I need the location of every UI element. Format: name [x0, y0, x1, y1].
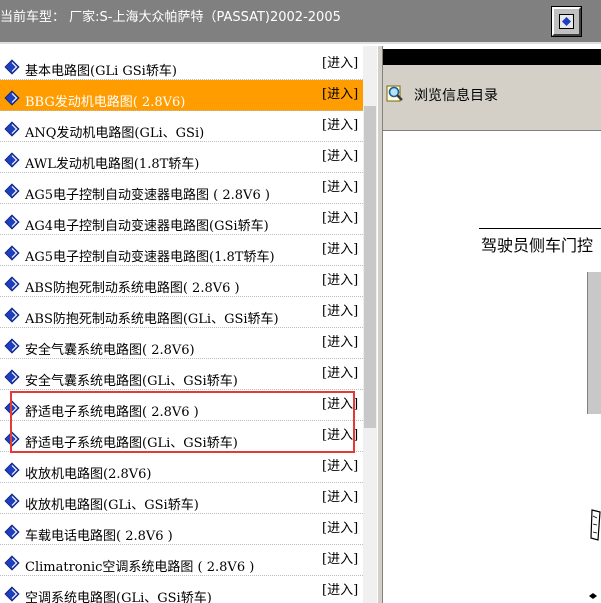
diagram-book-icon — [4, 369, 20, 385]
diagram-book-icon — [4, 431, 20, 447]
list-item-label: Climatronic空调系统电路图 ( 2.8V6 ) — [25, 560, 255, 575]
viewer-toolbar: 浏览信息目录 — [383, 65, 601, 131]
enter-link[interactable]: [进入] — [322, 548, 358, 567]
enter-link[interactable]: [进入] — [322, 455, 358, 474]
diagram-book-icon — [4, 59, 20, 75]
list-item[interactable]: 安全气囊系统电路图( 2.8V6) [进入] — [0, 328, 363, 359]
arrow-icon — [559, 14, 574, 29]
enter-link[interactable]: [进入] — [322, 145, 358, 164]
vehicle-title: 当前车型： 厂家:S-上海大众帕萨特（PASSAT)2002-2005 — [0, 10, 341, 25]
list-item[interactable]: AG5电子控制自动变速器电路图 ( 2.8V6 ) [进入] — [0, 173, 363, 204]
list-item[interactable]: 基本电路图(GLi GSi轿车) [进入] — [0, 49, 363, 80]
list-item-label: AG5电子控制自动变速器电路图 ( 2.8V6 ) — [25, 188, 270, 203]
list-item[interactable]: AWL发动机电路图(1.8T轿车) [进入] — [0, 142, 363, 173]
viewer-header-bar — [383, 49, 601, 65]
document-heading: 驾驶员侧车门控 — [481, 236, 594, 255]
enter-link[interactable]: [进入] — [322, 517, 358, 536]
enter-link[interactable]: [进入] — [322, 424, 358, 443]
list-item-label: 安全气囊系统电路图( 2.8V6) — [25, 343, 195, 358]
diagram-list: 基本电路图(GLi GSi轿车) [进入] BBG发动机电路图( 2.8V6) [进入… — [0, 46, 363, 603]
diagram-book-icon — [4, 586, 20, 602]
list-item-label: 基本电路图(GLi GSi轿车) — [25, 64, 177, 79]
diagram-book-icon — [4, 307, 20, 323]
enter-link[interactable]: [进入] — [322, 52, 358, 71]
list-item-label: 车载电话电路图( 2.8V6 ) — [25, 529, 173, 544]
list-item[interactable]: BBG发动机电路图( 2.8V6) [进入] — [0, 80, 363, 111]
diagram-book-icon — [4, 152, 20, 168]
list-item[interactable]: 收放机电路图(GLi、GSi轿车) [进入] — [0, 483, 363, 514]
list-item[interactable]: 舒适电子系统电路图( 2.8V6 ) [进入] — [0, 390, 363, 421]
list-item-label: 舒适电子系统电路图(GLi、GSi轿车) — [25, 436, 238, 451]
list-item[interactable]: 安全气囊系统电路图(GLi、GSi轿车) [进入] — [0, 359, 363, 390]
diagram-book-icon — [4, 555, 20, 571]
list-item[interactable]: AG4电子控制自动变速器电路图(GSi轿车) [进入] — [0, 204, 363, 235]
list-scrollbar[interactable] — [363, 46, 377, 603]
list-item-label: 空调系统电路图(GLi、GSi轿车) — [25, 591, 212, 603]
diagram-book-icon — [4, 493, 20, 509]
enter-link[interactable]: [进入] — [322, 579, 358, 598]
enter-link[interactable]: [进入] — [322, 83, 358, 102]
enter-link[interactable]: [进入] — [322, 300, 358, 319]
list-item[interactable]: ABS防抱死制动系统电路图( 2.8V6 ) [进入] — [0, 266, 363, 297]
title-bar: 当前车型： 厂家:S-上海大众帕萨特（PASSAT)2002-2005 — [0, 0, 601, 44]
enter-link[interactable]: [进入] — [322, 238, 358, 257]
list-item[interactable]: ABS防抱死制动系统电路图(GLi、GSi轿车) [进入] — [0, 297, 363, 328]
list-item-label: 收放机电路图(2.8V6) — [25, 467, 152, 482]
list-item-label: BBG发动机电路图( 2.8V6) — [25, 95, 186, 110]
diagram-fragment — [587, 272, 601, 414]
diagram-book-icon — [4, 400, 20, 416]
diagram-book-icon — [4, 524, 20, 540]
list-item[interactable]: Climatronic空调系统电路图 ( 2.8V6 ) [进入] — [0, 545, 363, 576]
scrollbar-thumb[interactable] — [364, 106, 376, 428]
panel-toggle-button[interactable] — [552, 7, 581, 36]
list-item-label: AG4电子控制自动变速器电路图(GSi轿车) — [25, 219, 269, 234]
document-viewer: 浏览信息目录 驾驶员侧车门控 — [383, 46, 601, 603]
enter-link[interactable]: [进入] — [322, 486, 358, 505]
list-item[interactable]: AG5电子控制自动变速器电路图(1.8T轿车) [进入] — [0, 235, 363, 266]
enter-link[interactable]: [进入] — [322, 176, 358, 195]
enter-link[interactable]: [进入] — [322, 331, 358, 350]
diagram-book-icon — [4, 276, 20, 292]
enter-link[interactable]: [进入] — [322, 207, 358, 226]
document-divider — [479, 228, 601, 229]
list-item[interactable]: 空调系统电路图(GLi、GSi轿车) [进入] — [0, 576, 363, 603]
list-item-label: AG5电子控制自动变速器电路图(1.8T轿车) — [25, 250, 275, 265]
diagram-book-icon — [4, 214, 20, 230]
list-item[interactable]: 舒适电子系统电路图(GLi、GSi轿车) [进入] — [0, 421, 363, 452]
enter-link[interactable]: [进入] — [322, 393, 358, 412]
diagram-book-icon — [4, 462, 20, 478]
diagram-book-icon — [4, 90, 20, 106]
enter-link[interactable]: [进入] — [322, 114, 358, 133]
magnifier-icon — [385, 83, 405, 107]
list-item-label: ANQ发动机电路图(GLi、GSi) — [25, 126, 205, 141]
diagram-book-icon — [4, 121, 20, 137]
list-item-label: 安全气囊系统电路图(GLi、GSi轿车) — [25, 374, 238, 389]
diagram-symbol — [589, 584, 597, 599]
list-item-label: 舒适电子系统电路图( 2.8V6 ) — [25, 405, 199, 420]
browse-directory-button[interactable]: 浏览信息目录 — [385, 83, 498, 107]
list-item-label: ABS防抱死制动系统电路图( 2.8V6 ) — [25, 281, 240, 296]
diagram-connector-mark — [590, 508, 601, 548]
list-item-label: 收放机电路图(GLi、GSi轿车) — [25, 498, 199, 513]
browse-directory-label: 浏览信息目录 — [414, 88, 498, 104]
diagram-book-icon — [4, 183, 20, 199]
list-item[interactable]: 收放机电路图(2.8V6) [进入] — [0, 452, 363, 483]
enter-link[interactable]: [进入] — [322, 269, 358, 288]
diagram-book-icon — [4, 245, 20, 261]
list-item-label: AWL发动机电路图(1.8T轿车) — [25, 157, 200, 172]
list-item[interactable]: ANQ发动机电路图(GLi、GSi) [进入] — [0, 111, 363, 142]
list-item-label: ABS防抱死制动系统电路图(GLi、GSi轿车) — [25, 312, 279, 327]
diagram-book-icon — [4, 338, 20, 354]
list-item[interactable]: 车载电话电路图( 2.8V6 ) [进入] — [0, 514, 363, 545]
enter-link[interactable]: [进入] — [322, 362, 358, 381]
